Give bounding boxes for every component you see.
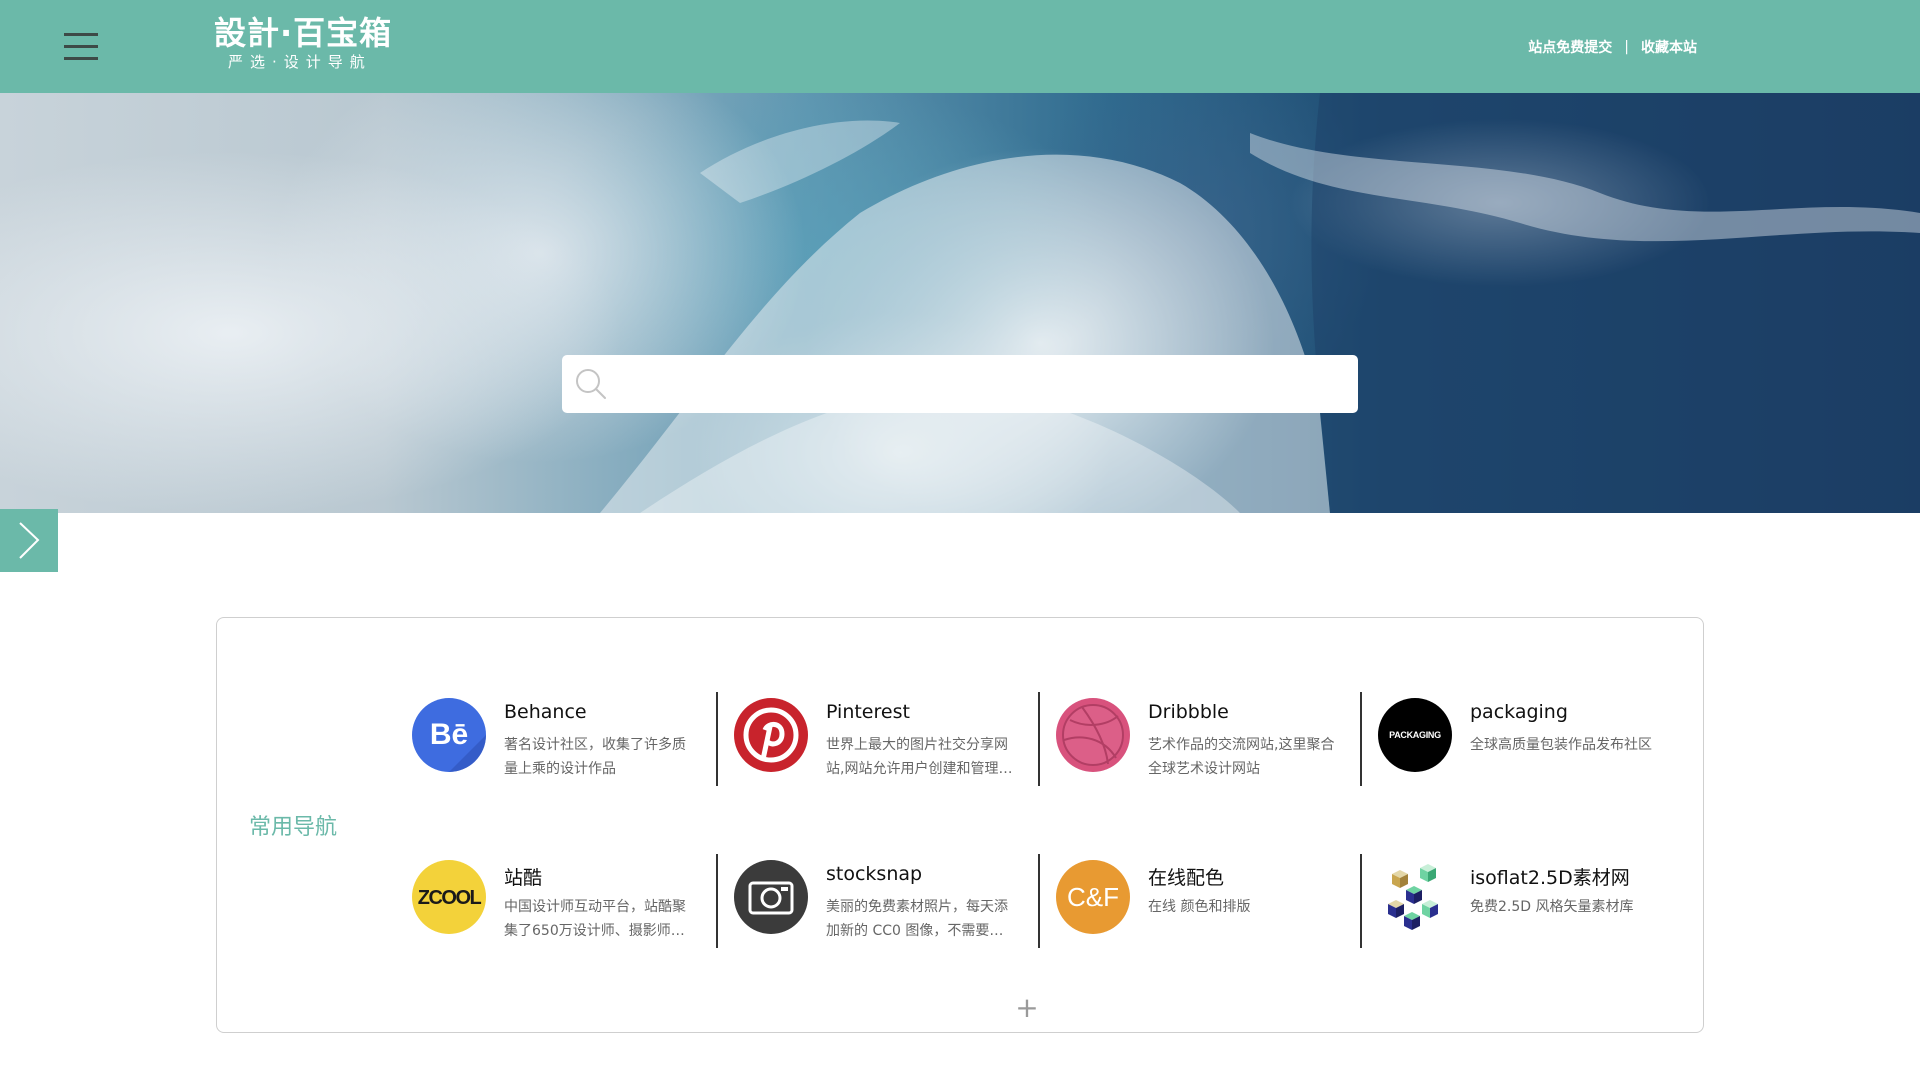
site-description: 著名设计社区，收集了许多质量上乘的设计作品 bbox=[504, 737, 686, 777]
site-card-isoflat[interactable]: isoflat2.5D素材网 免费2.5D 风格矢量素材库 bbox=[1360, 854, 1668, 955]
svg-text:Bē: Bē bbox=[430, 718, 468, 751]
isoflat-icon bbox=[1378, 860, 1452, 934]
site-description: 世界上最大的图片社交分享网站,网站允许用户创建和管理主题图片集合 bbox=[826, 737, 1013, 777]
site-description: 免费2.5D 风格矢量素材库 bbox=[1470, 899, 1634, 915]
site-card-pinterest[interactable]: Pinterest 世界上最大的图片社交分享网站,网站允许用户创建和管理主题图片… bbox=[716, 692, 1024, 793]
bookmark-link[interactable]: 收藏本站 bbox=[1641, 37, 1697, 57]
site-card-stocksnap[interactable]: stocksnap 美丽的免费素材照片，每天添加新的 CC0 图像，不需要署名 bbox=[716, 854, 1024, 955]
divider bbox=[1038, 854, 1040, 948]
menu-bar bbox=[64, 57, 98, 60]
menu-bar bbox=[64, 45, 98, 48]
hero-banner bbox=[0, 93, 1920, 513]
site-name: packaging bbox=[1470, 701, 1568, 723]
submit-site-link[interactable]: 站点免费提交 bbox=[1528, 37, 1612, 57]
divider bbox=[1360, 692, 1362, 786]
svg-text:ZCOOL: ZCOOL bbox=[418, 887, 482, 909]
behance-icon: Bē bbox=[412, 698, 486, 772]
site-card-behance[interactable]: Bē Behance 著名设计社区，收集了许多质量上乘的设计作品 bbox=[394, 698, 702, 793]
search-box[interactable] bbox=[562, 355, 1358, 413]
sidebar-toggle-button[interactable] bbox=[0, 509, 58, 572]
site-name: isoflat2.5D素材网 bbox=[1470, 867, 1630, 889]
site-name: 站酷 bbox=[504, 867, 543, 889]
svg-text:PACKAGING: PACKAGING bbox=[1389, 730, 1441, 740]
site-description: 全球高质量包装作品发布社区 bbox=[1470, 737, 1652, 753]
dribbble-icon bbox=[1056, 698, 1130, 772]
link-separator: | bbox=[1624, 39, 1629, 55]
divider bbox=[716, 692, 718, 786]
packaging-icon: PACKAGING bbox=[1378, 698, 1452, 772]
wave-image bbox=[600, 93, 1920, 513]
site-logo[interactable]: 設計·百宝箱 严选·设计导航 bbox=[214, 14, 414, 78]
menu-bar bbox=[64, 33, 98, 36]
site-card-dribbble[interactable]: Dribbble 艺术作品的交流网站,这里聚合全球艺术设计网站 bbox=[1038, 692, 1346, 793]
logo-title: 設計·百宝箱 bbox=[214, 14, 393, 52]
site-name: Pinterest bbox=[826, 701, 910, 723]
page: 設計·百宝箱 严选·设计导航 站点免费提交 | 收藏本站 常用导航 Bē Beh… bbox=[0, 0, 1920, 1080]
menu-icon[interactable] bbox=[60, 28, 104, 66]
stocksnap-icon bbox=[734, 860, 808, 934]
chevron-right-icon bbox=[19, 522, 40, 559]
search-input[interactable] bbox=[620, 355, 1340, 413]
color-picker-icon: C&F bbox=[1056, 860, 1130, 934]
logo-subtitle: 严选·设计导航 bbox=[228, 53, 372, 71]
svg-text:C&F: C&F bbox=[1067, 882, 1119, 912]
top-header: 設計·百宝箱 严选·设计导航 站点免费提交 | 收藏本站 bbox=[0, 0, 1920, 93]
site-name: Behance bbox=[504, 701, 587, 723]
site-name: Dribbble bbox=[1148, 701, 1229, 723]
site-grid: Bē Behance 著名设计社区，收集了许多质量上乘的设计作品 Pintere… bbox=[394, 692, 1684, 998]
pinterest-icon bbox=[734, 698, 808, 772]
zcool-icon: ZCOOL bbox=[412, 860, 486, 934]
site-card-packaging[interactable]: PACKAGING packaging 全球高质量包装作品发布社区 bbox=[1360, 692, 1668, 793]
site-description: 中国设计师互动平台，站酷聚集了650万设计师、摄影师、插画师 bbox=[504, 899, 686, 939]
site-name: stocksnap bbox=[826, 863, 923, 885]
common-nav-panel: 常用导航 Bē Behance 著名设计社区，收集了许多质量上乘的设计作品 Pi… bbox=[216, 617, 1704, 1033]
add-site-button[interactable]: + bbox=[1012, 993, 1042, 1023]
site-description: 艺术作品的交流网站,这里聚合全球艺术设计网站 bbox=[1148, 737, 1335, 777]
site-name: 在线配色 bbox=[1148, 867, 1225, 889]
search-icon bbox=[576, 369, 606, 399]
divider bbox=[716, 854, 718, 948]
divider bbox=[1360, 854, 1362, 948]
site-description: 美丽的免费素材照片，每天添加新的 CC0 图像，不需要署名 bbox=[826, 899, 1008, 939]
site-description: 在线 颜色和排版 bbox=[1148, 899, 1251, 915]
site-card-zcool[interactable]: ZCOOL 站酷 中国设计师互动平台，站酷聚集了650万设计师、摄影师、插画师 bbox=[394, 860, 702, 955]
site-card-color[interactable]: C&F 在线配色 在线 颜色和排版 bbox=[1038, 854, 1346, 955]
divider bbox=[1038, 692, 1040, 786]
header-links: 站点免费提交 | 收藏本站 bbox=[1528, 37, 1697, 57]
nav-section-title: 常用导航 bbox=[249, 815, 338, 840]
